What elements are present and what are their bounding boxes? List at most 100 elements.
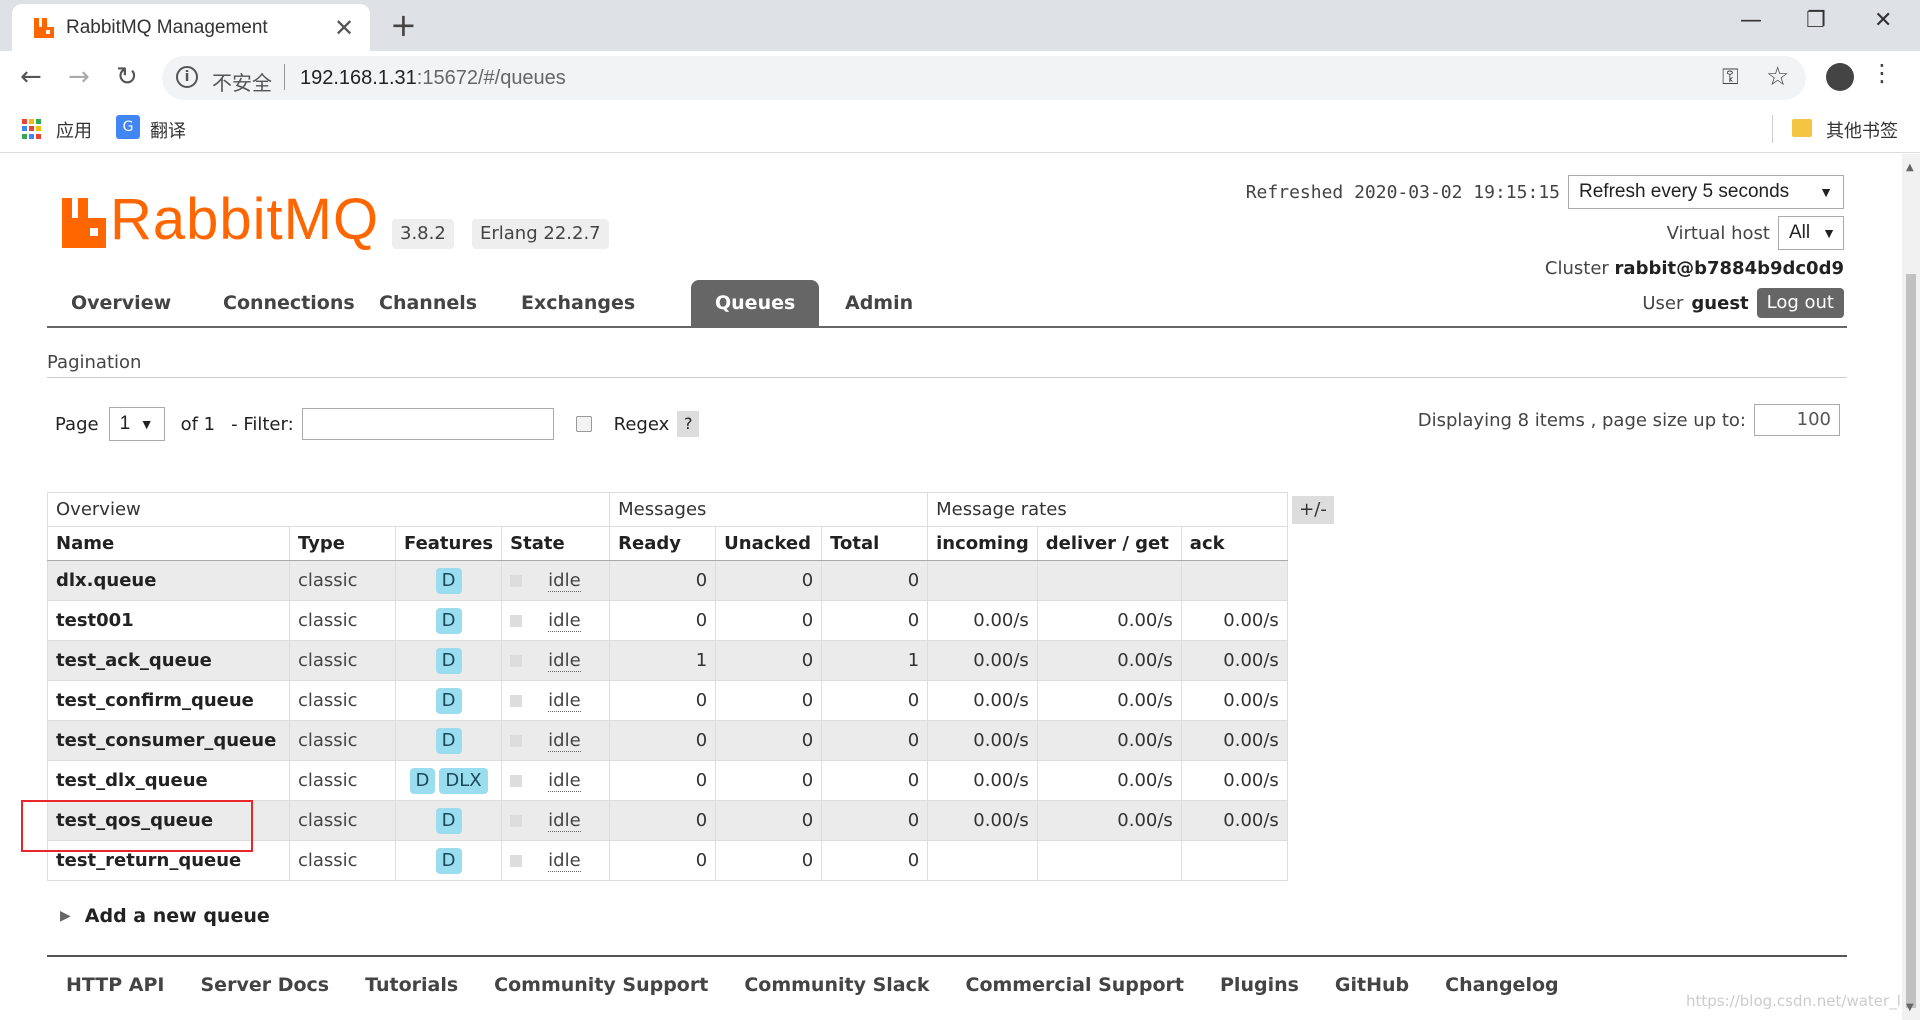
state-indicator-icon bbox=[510, 695, 523, 707]
rate-ack bbox=[1180, 840, 1288, 881]
info-icon[interactable]: i bbox=[176, 66, 198, 88]
bookmark-star-icon[interactable]: ☆ bbox=[1766, 62, 1789, 92]
page-size-input[interactable]: 100 bbox=[1754, 404, 1840, 436]
virtual-host-select[interactable]: All ▼ bbox=[1778, 216, 1844, 250]
filter-label: - Filter: bbox=[231, 413, 294, 435]
table-row[interactable]: dlx.queue classic Didle 0 0 0 bbox=[47, 560, 1288, 601]
virtual-host-value: All bbox=[1789, 222, 1811, 243]
table-row[interactable]: test_return_queue classic Didle 0 0 0 bbox=[47, 840, 1288, 881]
col-ready[interactable]: Ready bbox=[609, 526, 717, 561]
page-of-label: of 1 bbox=[180, 413, 216, 435]
state-indicator-icon bbox=[510, 735, 523, 747]
scroll-up-icon[interactable]: ▲ bbox=[1906, 162, 1914, 173]
queue-name-link[interactable]: dlx.queue bbox=[47, 560, 290, 601]
queue-name-link[interactable]: test_return_queue bbox=[47, 840, 290, 881]
footer-community-slack[interactable]: Community Slack bbox=[744, 974, 929, 996]
table-row[interactable]: test001 classic Didle 0 0 0 0.00/s 0.00/s 0.00/s bbox=[47, 600, 1288, 641]
rabbitmq-logo[interactable]: RabbitMQ bbox=[62, 188, 379, 249]
bookmark-other[interactable]: 其他书签 bbox=[1826, 117, 1898, 143]
pagination-row: Page 1 ▼ of 1 - Filter: Regex ? bbox=[55, 406, 700, 442]
queue-name-link[interactable]: test_qos_queue bbox=[47, 800, 290, 841]
queue-state: idle bbox=[501, 680, 611, 721]
omnibox-separator bbox=[284, 64, 285, 90]
footer-tutorials[interactable]: Tutorials bbox=[365, 974, 458, 996]
tab-connections[interactable]: Connections bbox=[199, 280, 379, 326]
table-row[interactable]: test_confirm_queue classic Didle 0 0 0 0.00/s 0… bbox=[47, 680, 1288, 721]
column-toggle-button[interactable]: +/- bbox=[1292, 496, 1334, 524]
col-state[interactable]: State bbox=[501, 526, 611, 561]
page-scrollbar[interactable]: ▲ ▼ bbox=[1902, 154, 1920, 1020]
password-key-icon[interactable]: ⚿ bbox=[1722, 65, 1739, 90]
profile-avatar-icon[interactable] bbox=[1826, 63, 1854, 91]
table-row[interactable]: test_dlx_queue classic D DLX idle 0 0 0 0.00/s 0.… bbox=[47, 760, 1288, 801]
queue-name-link[interactable]: test_ack_queue bbox=[47, 640, 290, 681]
window-close-icon[interactable]: ✕ bbox=[1874, 8, 1892, 33]
bookmark-apps[interactable]: 应用 bbox=[56, 117, 92, 143]
queue-name-link[interactable]: test_dlx_queue bbox=[47, 760, 290, 801]
tab-close-icon[interactable]: ✕ bbox=[334, 14, 354, 42]
tab-overview[interactable]: Overview bbox=[47, 280, 195, 326]
tab-channels[interactable]: Channels bbox=[355, 280, 501, 326]
table-row[interactable]: test_consumer_queue classic Didle 0 0 0 0.00/s… bbox=[47, 720, 1288, 761]
col-incoming[interactable]: incoming bbox=[927, 526, 1038, 561]
refresh-interval-select[interactable]: Refresh every 5 seconds ▼ bbox=[1568, 175, 1844, 209]
pagination-title[interactable]: Pagination bbox=[47, 352, 141, 373]
col-type[interactable]: Type bbox=[289, 526, 396, 561]
rate-deliver-get: 0.00/s bbox=[1036, 600, 1182, 641]
regex-help-button[interactable]: ? bbox=[677, 411, 700, 437]
browser-tab[interactable]: RabbitMQ Management ✕ bbox=[12, 4, 370, 51]
queue-name-link[interactable]: test_confirm_queue bbox=[47, 680, 290, 721]
browser-menu-icon[interactable]: ⋮ bbox=[1870, 59, 1894, 87]
col-ack[interactable]: ack bbox=[1180, 526, 1288, 561]
forward-icon[interactable]: → bbox=[68, 62, 90, 92]
back-icon[interactable]: ← bbox=[20, 62, 42, 92]
footer-plugins[interactable]: Plugins bbox=[1220, 974, 1299, 996]
footer-github[interactable]: GitHub bbox=[1335, 974, 1409, 996]
folder-icon[interactable] bbox=[1792, 119, 1812, 137]
tab-queues[interactable]: Queues bbox=[691, 280, 820, 326]
scroll-thumb[interactable] bbox=[1906, 274, 1916, 1008]
col-features[interactable]: Features bbox=[394, 526, 503, 561]
state-label: idle bbox=[548, 730, 581, 752]
address-bar[interactable]: i 不安全 192.168.1.31:15672/#/queues ⚿ ☆ bbox=[162, 56, 1806, 100]
queue-name-link[interactable]: test001 bbox=[47, 600, 290, 641]
page-content: RabbitMQ 3.8.2 Erlang 22.2.7 Refreshed 2… bbox=[0, 154, 1919, 1020]
footer-http-api[interactable]: HTTP API bbox=[66, 974, 165, 996]
bookmark-translate[interactable]: 翻译 bbox=[150, 117, 186, 143]
tab-admin[interactable]: Admin bbox=[821, 280, 937, 326]
group-messages: Messages bbox=[609, 492, 929, 527]
tab-exchanges[interactable]: Exchanges bbox=[497, 280, 659, 326]
col-total[interactable]: Total bbox=[821, 526, 929, 561]
scroll-down-icon[interactable]: ▼ bbox=[1906, 1002, 1914, 1013]
feature-badge: D bbox=[435, 567, 462, 594]
translate-icon[interactable]: G bbox=[116, 115, 140, 139]
table-row[interactable]: test_ack_queue classic Didle 1 0 1 0.00/s 0.00/… bbox=[47, 640, 1288, 681]
state-label: idle bbox=[548, 690, 581, 712]
col-unacked[interactable]: Unacked bbox=[715, 526, 823, 561]
reload-icon[interactable]: ↻ bbox=[116, 62, 138, 92]
messages-unacked: 0 bbox=[715, 560, 823, 601]
minimize-icon[interactable]: — bbox=[1740, 8, 1762, 33]
footer-server-docs[interactable]: Server Docs bbox=[201, 974, 330, 996]
col-deliver-get[interactable]: deliver / get bbox=[1036, 526, 1182, 561]
restore-icon[interactable]: ❐ bbox=[1806, 8, 1826, 33]
new-tab-icon[interactable]: + bbox=[390, 6, 417, 44]
rate-deliver-get bbox=[1036, 840, 1182, 881]
queue-features: D bbox=[394, 840, 503, 881]
messages-ready: 0 bbox=[609, 800, 717, 841]
footer-changelog[interactable]: Changelog bbox=[1445, 974, 1558, 996]
state-label: idle bbox=[548, 650, 581, 672]
main-nav: Overview Connections Channels Exchanges … bbox=[47, 280, 1847, 328]
table-row[interactable]: test_qos_queue classic Didle 0 0 0 0.00/s 0.00/… bbox=[47, 800, 1288, 841]
queue-name-link[interactable]: test_consumer_queue bbox=[47, 720, 290, 761]
apps-grid-icon[interactable] bbox=[22, 119, 42, 139]
regex-checkbox[interactable] bbox=[575, 416, 592, 432]
col-name[interactable]: Name bbox=[47, 526, 290, 561]
page-select[interactable]: 1 ▼ bbox=[108, 407, 165, 441]
footer-commercial-support[interactable]: Commercial Support bbox=[966, 974, 1185, 996]
filter-input[interactable] bbox=[301, 408, 554, 440]
add-queue-toggle[interactable]: ▶ Add a new queue bbox=[60, 905, 270, 927]
queue-features: D bbox=[394, 720, 503, 761]
queue-state: idle bbox=[501, 800, 611, 841]
footer-community-support[interactable]: Community Support bbox=[494, 974, 708, 996]
